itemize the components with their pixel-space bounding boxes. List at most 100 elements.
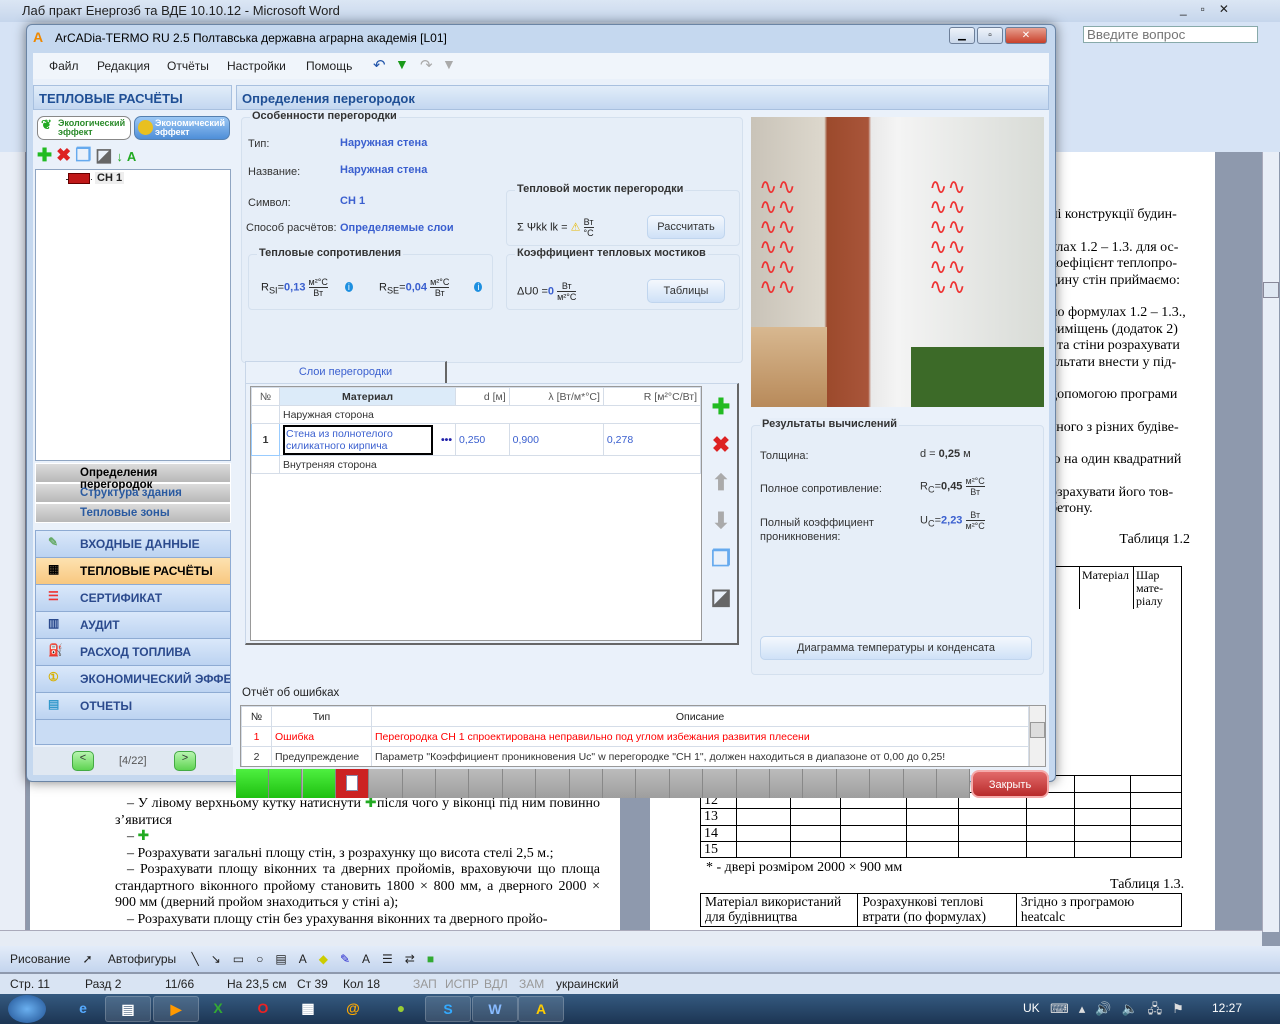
col-material[interactable]: Материал (279, 387, 456, 406)
nav-thermal-calculations[interactable]: ▦ ТЕПЛОВЫЕ РАСЧЁТЫ (36, 558, 230, 585)
nav-fuel-consumption[interactable]: ⛽ РАСХОД ТОПЛИВА (36, 639, 230, 666)
progress-step[interactable] (370, 769, 403, 798)
next-page-button[interactable]: > (174, 751, 196, 771)
nav-audit[interactable]: ▥ АУДИТ (36, 612, 230, 639)
status-ext[interactable]: ВДЛ (484, 977, 508, 991)
menu-edit[interactable]: Редакция (97, 59, 150, 73)
line-icon[interactable]: ╲ (191, 952, 198, 966)
progress-step[interactable] (302, 769, 336, 798)
menu-file[interactable]: Файл (49, 59, 79, 73)
progress-step[interactable] (904, 769, 937, 798)
rse-value[interactable]: 0,04 (406, 281, 427, 293)
explorer-icon[interactable]: ▤ (105, 996, 151, 1022)
progress-step[interactable] (770, 769, 804, 798)
ask-question-input[interactable] (1083, 26, 1258, 43)
progress-step[interactable] (269, 769, 303, 798)
status-trk[interactable]: ИСПР (445, 977, 479, 991)
paste-layer-icon[interactable]: ◪ (708, 578, 734, 616)
progress-step[interactable] (436, 769, 470, 798)
prev-page-button[interactable]: < (72, 751, 94, 771)
line-color-icon[interactable]: ✎ (340, 952, 350, 966)
nav-certificate[interactable]: ☰ СЕРТИФИКАТ (36, 585, 230, 612)
error-table-scrollbar[interactable] (1029, 706, 1045, 766)
menu-reports[interactable]: Отчёты (167, 59, 209, 73)
move-down-icon[interactable]: ⬇ (708, 502, 734, 540)
col-thickness[interactable]: d [м] (455, 387, 510, 406)
calculator-icon[interactable]: ▦ (285, 996, 331, 1022)
calculate-button[interactable]: Рассчитать (647, 215, 725, 239)
ie-icon[interactable]: e (60, 996, 106, 1022)
nav-input-data[interactable]: ✎ ВХОДНЫЕ ДАННЫЕ (36, 531, 230, 558)
layer-material[interactable]: Стена из полнотелого силикатного кирпича (283, 424, 433, 455)
oval-icon[interactable]: ○ (256, 952, 263, 966)
move-up-icon[interactable]: ⬆ (708, 464, 734, 502)
error-row[interactable]: 2 Предупреждение Параметр "Коэффициент про… (241, 746, 1029, 766)
undo-icon[interactable]: ↶ (373, 56, 386, 74)
copy-layer-icon[interactable]: ❐ (708, 540, 734, 578)
browse-material-button[interactable]: ••• (441, 434, 452, 446)
redo-icon[interactable]: ↷ (420, 56, 433, 74)
clock[interactable]: 12:27 (1212, 1001, 1242, 1015)
layer-thickness[interactable]: 0,250 (455, 423, 510, 456)
start-button[interactable] (8, 995, 46, 1023)
pointer-icon[interactable]: ➚ (82, 952, 92, 966)
status-rec[interactable]: ЗАП (413, 977, 437, 991)
mail-icon[interactable]: @ (330, 996, 376, 1022)
progress-step[interactable] (503, 769, 537, 798)
delete-icon[interactable]: ✖ (56, 145, 75, 165)
close-button[interactable]: Закрыть (971, 770, 1049, 798)
minimize-button[interactable]: ▁ (949, 27, 975, 44)
menu-settings[interactable]: Настройки (227, 59, 286, 73)
progress-step[interactable] (470, 769, 503, 798)
close-window-button[interactable]: ✕ (1005, 27, 1047, 44)
add-layer-icon[interactable]: ✚ (708, 388, 734, 426)
name-value[interactable]: Наружная стена (340, 164, 427, 176)
progress-step[interactable] (737, 769, 770, 798)
drawing-menu[interactable]: Рисование (10, 952, 70, 966)
font-color-icon[interactable]: A (362, 952, 370, 966)
table-row[interactable]: 1 Стена из полнотелого силикатного кирпи… (251, 423, 702, 456)
progress-step[interactable] (937, 769, 971, 798)
type-value[interactable]: Наружная стена (340, 137, 427, 149)
method-value[interactable]: Определяемые слои (340, 222, 454, 234)
media-player-icon[interactable]: ▶ (153, 996, 199, 1022)
progress-step[interactable] (603, 769, 637, 798)
layer-lambda[interactable]: 0,900 (508, 423, 604, 456)
col-resistance[interactable]: R [м²°С/Вт] (602, 387, 702, 406)
opera-icon[interactable]: O (240, 996, 286, 1022)
menu-help[interactable]: Помощь (306, 59, 352, 73)
progress-step[interactable] (236, 769, 269, 798)
progress-step[interactable] (637, 769, 670, 798)
nav-reports[interactable]: ▤ ОТЧЕТЫ (36, 693, 230, 720)
language-indicator[interactable]: UK (1023, 1001, 1040, 1015)
info-icon[interactable]: i (474, 282, 483, 293)
sort-az-icon[interactable]: ↓A (116, 149, 140, 164)
col-lambda[interactable]: λ [Вт/м*°С] (508, 387, 604, 406)
temperature-diagram-button[interactable]: Диаграмма температуры и конденсата (760, 636, 1032, 660)
add-icon[interactable]: ✚ (37, 145, 56, 165)
wordart-icon[interactable]: A (299, 952, 307, 966)
app-icon[interactable]: ● (378, 996, 424, 1022)
tab-partition-layers[interactable]: Слои перегородки (245, 361, 447, 383)
progress-step[interactable] (704, 769, 737, 798)
autoshapes-menu[interactable]: Автофигуры (108, 952, 176, 966)
progress-step[interactable] (804, 769, 837, 798)
delta-u-value[interactable]: 0 (548, 285, 554, 297)
tab-ecological-effect[interactable]: ❦ Экологический эффект (37, 116, 131, 140)
status-ovr[interactable]: ЗАМ (519, 977, 544, 991)
arrow-style-icon[interactable]: ⇄ (405, 952, 415, 966)
vertical-scrollbar[interactable] (1262, 152, 1279, 932)
rsi-value[interactable]: 0,13 (284, 281, 305, 293)
copy-icon[interactable]: ❐ (75, 145, 95, 165)
rectangle-icon[interactable]: ▭ (233, 952, 244, 966)
tab-economic-effect[interactable]: Экономический эффект (134, 116, 230, 140)
progress-step[interactable] (837, 769, 871, 798)
delete-layer-icon[interactable]: ✖ (708, 426, 734, 464)
progress-step[interactable] (403, 769, 436, 798)
undo-dropdown-icon[interactable]: ▼ (395, 56, 409, 72)
fill-color-icon[interactable]: ◆ (319, 952, 328, 966)
tray-icons[interactable]: ⌨▴🔊🔈🖧⚑ (1050, 1000, 1194, 1022)
textbox-icon[interactable]: ▤ (275, 952, 286, 966)
error-row[interactable]: 1 Ошибка Перегородка СН 1 спроектирована н… (241, 726, 1029, 747)
nav-economic-effect[interactable]: ① ЭКОНОМИЧЕСКИЙ ЭФФЕКТ (36, 666, 230, 693)
